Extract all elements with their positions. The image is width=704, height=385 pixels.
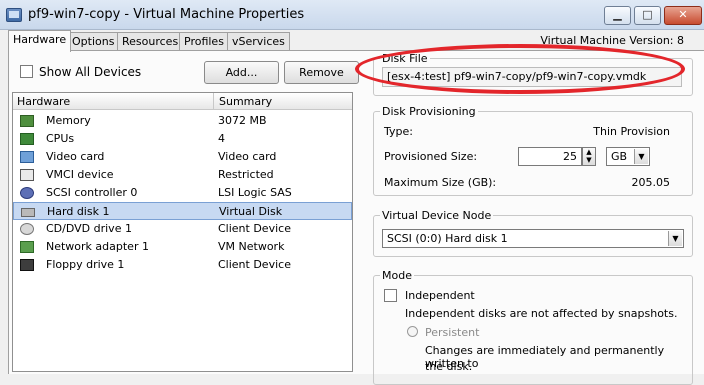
table-row[interactable]: CD/DVD drive 1 Client Device <box>13 220 352 238</box>
row-summary: 3072 MB <box>218 114 267 127</box>
network-adapter-icon <box>20 241 34 253</box>
row-summary: Video card <box>218 150 277 163</box>
show-all-devices-checkbox[interactable]: Show All Devices <box>20 65 141 79</box>
chevron-down-icon[interactable]: ▼ <box>634 149 648 164</box>
window-title: pf9-win7-copy - Virtual Machine Properti… <box>28 7 305 22</box>
row-summary: Client Device <box>218 258 291 271</box>
type-label: Type: <box>384 125 413 138</box>
vm-properties-icon <box>6 8 22 22</box>
column-header-summary[interactable]: Summary <box>219 95 272 108</box>
virtual-device-node-group: Virtual Device Node SCSI (0:0) Hard disk… <box>373 209 693 257</box>
tab-profiles[interactable]: Profiles <box>179 32 229 51</box>
minimize-button[interactable]: ▁ <box>604 6 631 25</box>
scsi-icon <box>20 187 34 199</box>
virtual-device-node-label: Virtual Device Node <box>380 209 494 222</box>
title-bar: pf9-win7-copy - Virtual Machine Properti… <box>0 0 704 30</box>
row-name: CD/DVD drive 1 <box>46 222 132 235</box>
chevron-down-icon[interactable]: ▼ <box>668 231 682 246</box>
row-summary: LSI Logic SAS <box>218 186 292 199</box>
table-row[interactable]: Memory 3072 MB <box>13 112 352 130</box>
column-header-hardware[interactable]: Hardware <box>17 95 70 108</box>
row-summary: Restricted <box>218 168 274 181</box>
independent-description: Independent disks are not affected by sn… <box>405 307 678 320</box>
memory-icon <box>20 115 34 127</box>
max-size-label: Maximum Size (GB): <box>384 176 497 189</box>
maximize-button[interactable]: □ <box>634 6 661 25</box>
table-header: Hardware Summary <box>13 93 352 110</box>
column-divider[interactable] <box>213 93 214 110</box>
hardware-panel: Show All Devices Add... Remove Hardware … <box>8 50 704 385</box>
unit-select-value: GB <box>611 150 628 163</box>
row-summary: Virtual Disk <box>219 205 283 218</box>
vmci-icon <box>20 169 34 181</box>
remove-button[interactable]: Remove <box>284 61 359 84</box>
virtual-device-node-value: SCSI (0:0) Hard disk 1 <box>387 232 508 245</box>
add-button[interactable]: Add... <box>204 61 279 84</box>
provisioned-size-label: Provisioned Size: <box>384 150 478 163</box>
max-size-value: 205.05 <box>631 176 671 189</box>
row-name: Floppy drive 1 <box>46 258 125 271</box>
show-all-devices-label: Show All Devices <box>39 65 142 79</box>
unit-select[interactable]: GB ▼ <box>606 147 650 166</box>
hard-disk-icon <box>21 208 35 217</box>
independent-checkbox[interactable] <box>384 289 397 302</box>
spin-down-icon[interactable]: ▼ <box>583 156 595 164</box>
checkbox-box[interactable] <box>20 65 33 78</box>
table-row[interactable]: Network adapter 1 VM Network <box>13 238 352 256</box>
virtual-device-node-select[interactable]: SCSI (0:0) Hard disk 1 ▼ <box>382 229 684 248</box>
row-name: SCSI controller 0 <box>46 186 138 199</box>
row-summary: VM Network <box>218 240 285 253</box>
row-name: Video card <box>46 150 105 163</box>
disk-provisioning-group: Disk Provisioning Type: Thin Provision P… <box>373 105 693 196</box>
tab-hardware[interactable]: Hardware <box>8 30 72 52</box>
row-summary: 4 <box>218 132 225 145</box>
floppy-icon <box>20 259 34 271</box>
table-row[interactable]: Floppy drive 1 Client Device <box>13 256 352 274</box>
tab-options[interactable]: Options <box>67 32 120 51</box>
cpu-icon <box>20 133 34 145</box>
row-name: Memory <box>46 114 91 127</box>
tab-resources[interactable]: Resources <box>117 32 184 51</box>
row-name: VMCI device <box>46 168 114 181</box>
size-spinner[interactable]: ▲ ▼ <box>582 147 596 166</box>
hardware-table: Hardware Summary Memory 3072 MB CPUs 4 V… <box>12 92 353 372</box>
highlight-ellipse <box>355 44 685 94</box>
persistent-label: Persistent <box>425 326 480 339</box>
cd-dvd-icon <box>20 223 34 235</box>
persistent-description-line2: the disk. <box>425 360 473 373</box>
table-row[interactable]: VMCI device Restricted <box>13 166 352 184</box>
video-card-icon <box>20 151 34 163</box>
provisioned-size-input[interactable]: 25 <box>518 147 582 166</box>
independent-label: Independent <box>405 289 475 302</box>
mode-group: Mode Independent Independent disks are n… <box>373 269 693 385</box>
persistent-radio[interactable] <box>407 326 418 337</box>
spin-up-icon[interactable]: ▲ <box>583 148 595 156</box>
table-row[interactable]: CPUs 4 <box>13 130 352 148</box>
disk-provisioning-label: Disk Provisioning <box>380 105 478 118</box>
table-row[interactable]: Video card Video card <box>13 148 352 166</box>
mode-label: Mode <box>380 269 414 282</box>
row-name: Hard disk 1 <box>47 205 110 218</box>
close-button[interactable]: ✕ <box>664 6 702 25</box>
table-row-selected[interactable]: Hard disk 1 Virtual Disk <box>13 202 352 220</box>
row-name: CPUs <box>46 132 75 145</box>
tab-vservices[interactable]: vServices <box>227 32 290 51</box>
row-name: Network adapter 1 <box>46 240 149 253</box>
type-value: Thin Provision <box>593 125 670 138</box>
row-summary: Client Device <box>218 222 291 235</box>
table-row[interactable]: SCSI controller 0 LSI Logic SAS <box>13 184 352 202</box>
